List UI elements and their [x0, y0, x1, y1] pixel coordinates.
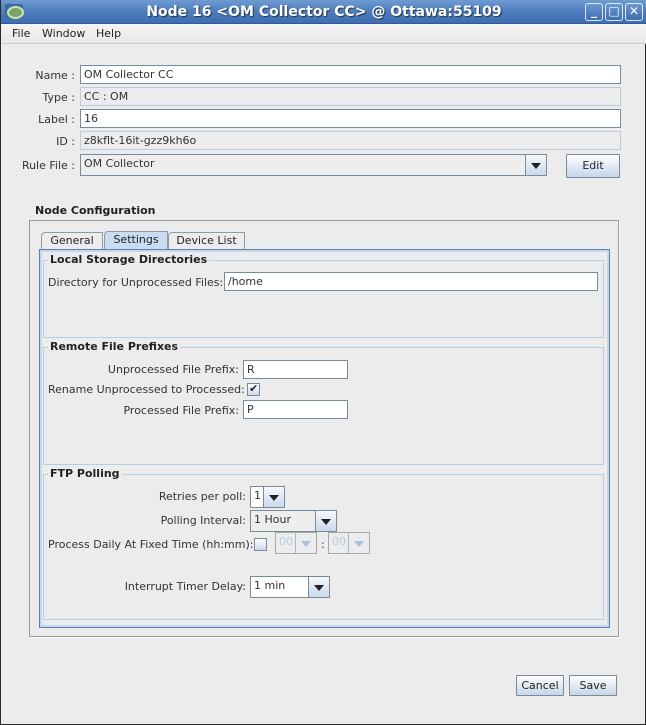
name-label: Name :: [35, 69, 75, 82]
ftp-polling-title: FTP Polling: [48, 467, 122, 480]
save-button[interactable]: Save: [569, 675, 617, 696]
retries-label: Retries per poll:: [158, 490, 246, 503]
local-storage-title: Local Storage Directories: [48, 253, 210, 266]
rename-checkbox[interactable]: [247, 382, 260, 396]
rename-label: Rename Unprocessed to Processed:: [48, 383, 245, 396]
unprocessed-dir-label: Directory for Unprocessed Files:: [48, 276, 224, 289]
processed-prefix-field[interactable]: P: [243, 400, 348, 419]
tab-device-list[interactable]: Device List: [168, 232, 245, 250]
chevron-down-icon[interactable]: [309, 577, 329, 597]
menu-file[interactable]: File: [12, 27, 30, 40]
rule-file-label: Rule File :: [21, 159, 75, 172]
tab-settings[interactable]: Settings: [104, 231, 168, 250]
daily-minute-combo: 00: [328, 532, 370, 554]
rule-file-value: OM Collector: [81, 155, 526, 175]
daily-fixed-time-label: Process Daily At Fixed Time (hh:mm):: [48, 538, 254, 551]
daily-hour-value: 00: [276, 533, 296, 553]
menu-help[interactable]: Help: [96, 27, 121, 40]
unprocessed-prefix-field[interactable]: R: [243, 360, 348, 379]
window-title: Node 16 <OM Collector CC> @ Ottawa:55109: [146, 4, 502, 20]
unprocessed-dir-field[interactable]: /home: [224, 272, 598, 291]
menu-window[interactable]: Window: [42, 27, 85, 40]
chevron-down-icon[interactable]: [316, 511, 336, 531]
interrupt-delay-label: Interrupt Timer Delay:: [124, 580, 246, 593]
retries-combo[interactable]: 1: [250, 486, 285, 508]
daily-hour-combo: 00: [275, 532, 317, 554]
rule-file-combo[interactable]: OM Collector: [80, 154, 547, 176]
daily-minute-value: 00: [329, 533, 349, 553]
chevron-down-icon[interactable]: [526, 155, 546, 175]
chevron-down-icon: [349, 533, 369, 553]
id-field: z8kflt-16it-gzz9kh6o: [80, 131, 621, 150]
cancel-button[interactable]: Cancel: [516, 675, 564, 696]
tab-general[interactable]: General: [41, 232, 103, 250]
node-configuration-title: Node Configuration: [35, 204, 156, 217]
name-field[interactable]: OM Collector CC: [80, 65, 621, 84]
title-bar[interactable]: Node 16 <OM Collector CC> @ Ottawa:55109…: [1, 0, 646, 24]
type-field: CC : OM: [80, 87, 621, 106]
label-field[interactable]: 16: [80, 109, 621, 128]
node-window: Node 16 <OM Collector CC> @ Ottawa:55109…: [0, 0, 646, 725]
processed-prefix-label: Processed File Prefix:: [123, 404, 239, 417]
time-separator: :: [321, 538, 325, 551]
id-label: ID :: [56, 135, 75, 148]
remote-prefixes-title: Remote File Prefixes: [48, 340, 181, 353]
polling-interval-value: 1 Hour: [251, 511, 316, 531]
chevron-down-icon[interactable]: [264, 487, 284, 507]
polling-interval-combo[interactable]: 1 Hour: [250, 510, 337, 532]
interrupt-delay-value: 1 min: [251, 577, 309, 597]
polling-interval-label: Polling Interval:: [160, 514, 246, 527]
label-label: Label :: [38, 113, 75, 126]
retries-value: 1: [251, 487, 264, 507]
minimize-button[interactable]: _: [585, 3, 603, 21]
close-button[interactable]: ✕: [625, 3, 643, 21]
chevron-down-icon: [296, 533, 316, 553]
daily-fixed-time-checkbox[interactable]: [254, 538, 267, 551]
edit-button[interactable]: Edit: [566, 154, 620, 178]
maximize-button[interactable]: □: [605, 3, 623, 21]
type-label: Type :: [42, 91, 75, 104]
menu-bar: File Window Help: [2, 24, 646, 44]
unprocessed-prefix-label: Unprocessed File Prefix:: [107, 363, 239, 376]
interrupt-delay-combo[interactable]: 1 min: [250, 576, 330, 598]
